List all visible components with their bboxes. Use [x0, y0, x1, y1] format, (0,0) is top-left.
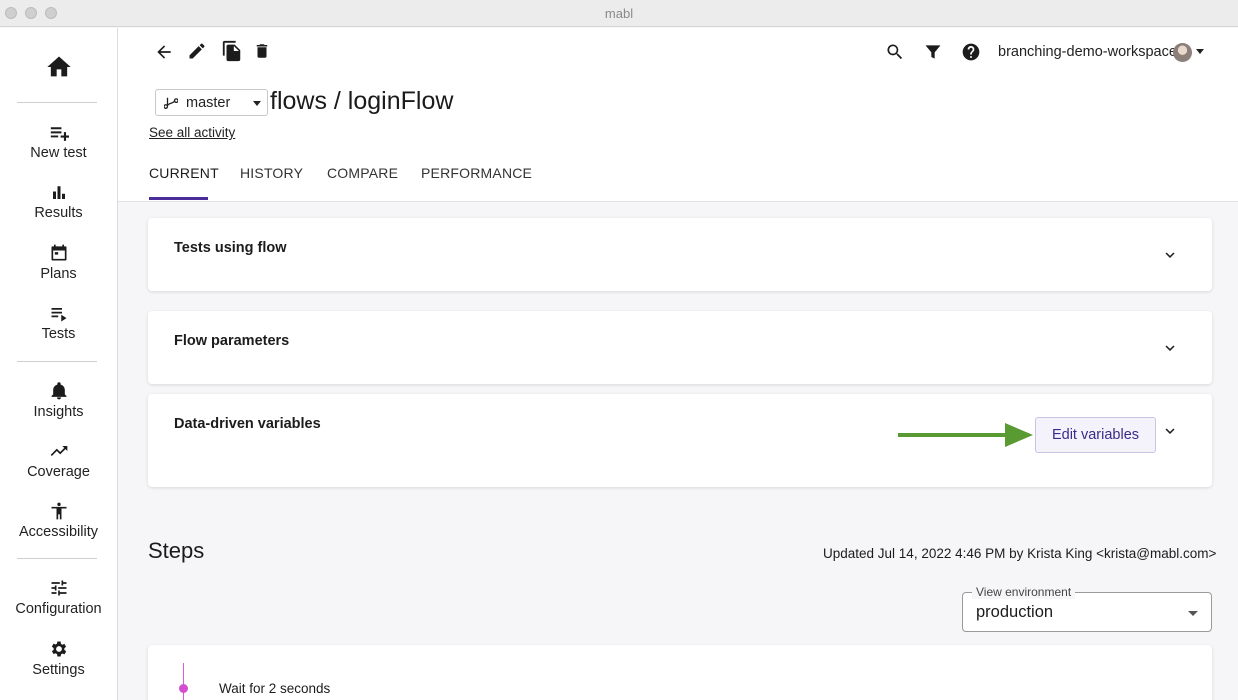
sidebar-item-label: Tests [41, 326, 76, 342]
sidebar-item-plans[interactable]: Plans [0, 243, 117, 282]
bar-chart-icon [52, 186, 65, 199]
caret-down-icon [253, 101, 261, 106]
playlist-play-icon [51, 308, 66, 322]
step-item[interactable]: Wait for 2 seconds [219, 681, 330, 696]
sidebar-item-results[interactable]: Results [0, 184, 117, 221]
trending-up-icon [50, 446, 67, 456]
tune-icon [51, 580, 66, 596]
step-marker [179, 684, 188, 693]
tab-current[interactable]: CURRENT [149, 165, 219, 181]
window-titlebar: mabl [0, 0, 1238, 27]
tab-compare[interactable]: COMPARE [327, 165, 398, 181]
copy-icon[interactable] [221, 40, 243, 62]
page-header: branching-demo-workspace master flows / … [118, 28, 1238, 202]
chevron-down-icon[interactable] [1161, 339, 1179, 357]
chevron-down-icon[interactable] [1161, 246, 1179, 264]
active-tab-indicator [149, 197, 208, 200]
caret-down-icon [1188, 611, 1198, 616]
sidebar-item-coverage[interactable]: Coverage [0, 441, 117, 480]
help-icon[interactable] [961, 42, 981, 62]
sidebar-divider [17, 558, 97, 559]
calendar-icon [51, 244, 66, 261]
sidebar-item-home[interactable] [0, 53, 117, 81]
sidebar-item-accessibility[interactable]: Accessibility [0, 501, 117, 540]
chevron-down-icon[interactable] [1161, 422, 1179, 440]
environment-label: View environment [972, 585, 1076, 599]
search-icon[interactable] [885, 42, 905, 62]
back-arrow-icon[interactable] [154, 42, 174, 62]
sidebar-divider [17, 102, 97, 103]
steps-list: Wait for 2 seconds [148, 645, 1212, 700]
branch-name: master [186, 95, 231, 111]
flow-parameters-card[interactable]: Flow parameters [148, 311, 1212, 384]
updated-info: Updated Jul 14, 2022 4:46 PM by Krista K… [823, 546, 1217, 561]
annotation-arrow-icon [898, 423, 1033, 447]
tab-history[interactable]: HISTORY [240, 165, 303, 181]
page-title: flows / loginFlow [270, 87, 454, 115]
trash-icon[interactable] [253, 41, 271, 61]
branch-selector[interactable]: master [155, 89, 268, 116]
data-driven-variables-card[interactable]: Data-driven variables Edit variables [148, 394, 1212, 487]
edit-variables-button[interactable]: Edit variables [1035, 417, 1156, 453]
git-branch-icon [164, 97, 178, 109]
filter-icon[interactable] [923, 42, 943, 62]
avatar[interactable] [1173, 43, 1192, 62]
tests-using-flow-card[interactable]: Tests using flow [148, 218, 1212, 291]
steps-heading: Steps [148, 538, 205, 563]
edit-pencil-icon[interactable] [187, 41, 207, 61]
see-all-activity-link[interactable]: See all activity [149, 125, 235, 140]
sidebar-item-label: Plans [40, 266, 77, 282]
window-title: mabl [604, 6, 634, 21]
sidebar-item-settings[interactable]: Settings [0, 639, 117, 678]
sidebar-item-configuration[interactable]: Configuration [0, 578, 117, 617]
sidebar-item-label: New test [30, 145, 87, 161]
tab-performance[interactable]: PERFORMANCE [421, 165, 532, 181]
sidebar-item-label: Coverage [27, 464, 90, 480]
sidebar: New test Results Plans Tests Insights Co… [0, 28, 118, 700]
sidebar-item-label: Configuration [15, 601, 102, 617]
step-timeline-line [183, 663, 184, 700]
card-title: Data-driven variables [174, 416, 321, 432]
bell-icon [51, 382, 66, 400]
environment-value: production [976, 603, 1054, 621]
sidebar-divider [17, 361, 97, 362]
card-title: Tests using flow [174, 240, 287, 256]
home-icon [46, 56, 71, 77]
sidebar-item-label: Accessibility [19, 524, 98, 540]
accessibility-icon [51, 502, 66, 520]
card-title: Flow parameters [174, 333, 290, 349]
environment-select[interactable]: View environment production [962, 585, 1212, 632]
sidebar-item-label: Settings [32, 662, 85, 678]
gear-icon [51, 641, 66, 657]
sidebar-item-label: Results [34, 205, 83, 221]
playlist-add-icon [50, 127, 69, 141]
sidebar-item-label: Insights [33, 404, 84, 420]
workspace-selector[interactable]: branching-demo-workspace [998, 44, 1177, 60]
caret-down-icon[interactable] [1196, 49, 1204, 54]
sidebar-item-new-test[interactable]: New test [0, 124, 117, 161]
sidebar-item-insights[interactable]: Insights [0, 381, 117, 420]
sidebar-item-tests[interactable]: Tests [0, 305, 117, 342]
